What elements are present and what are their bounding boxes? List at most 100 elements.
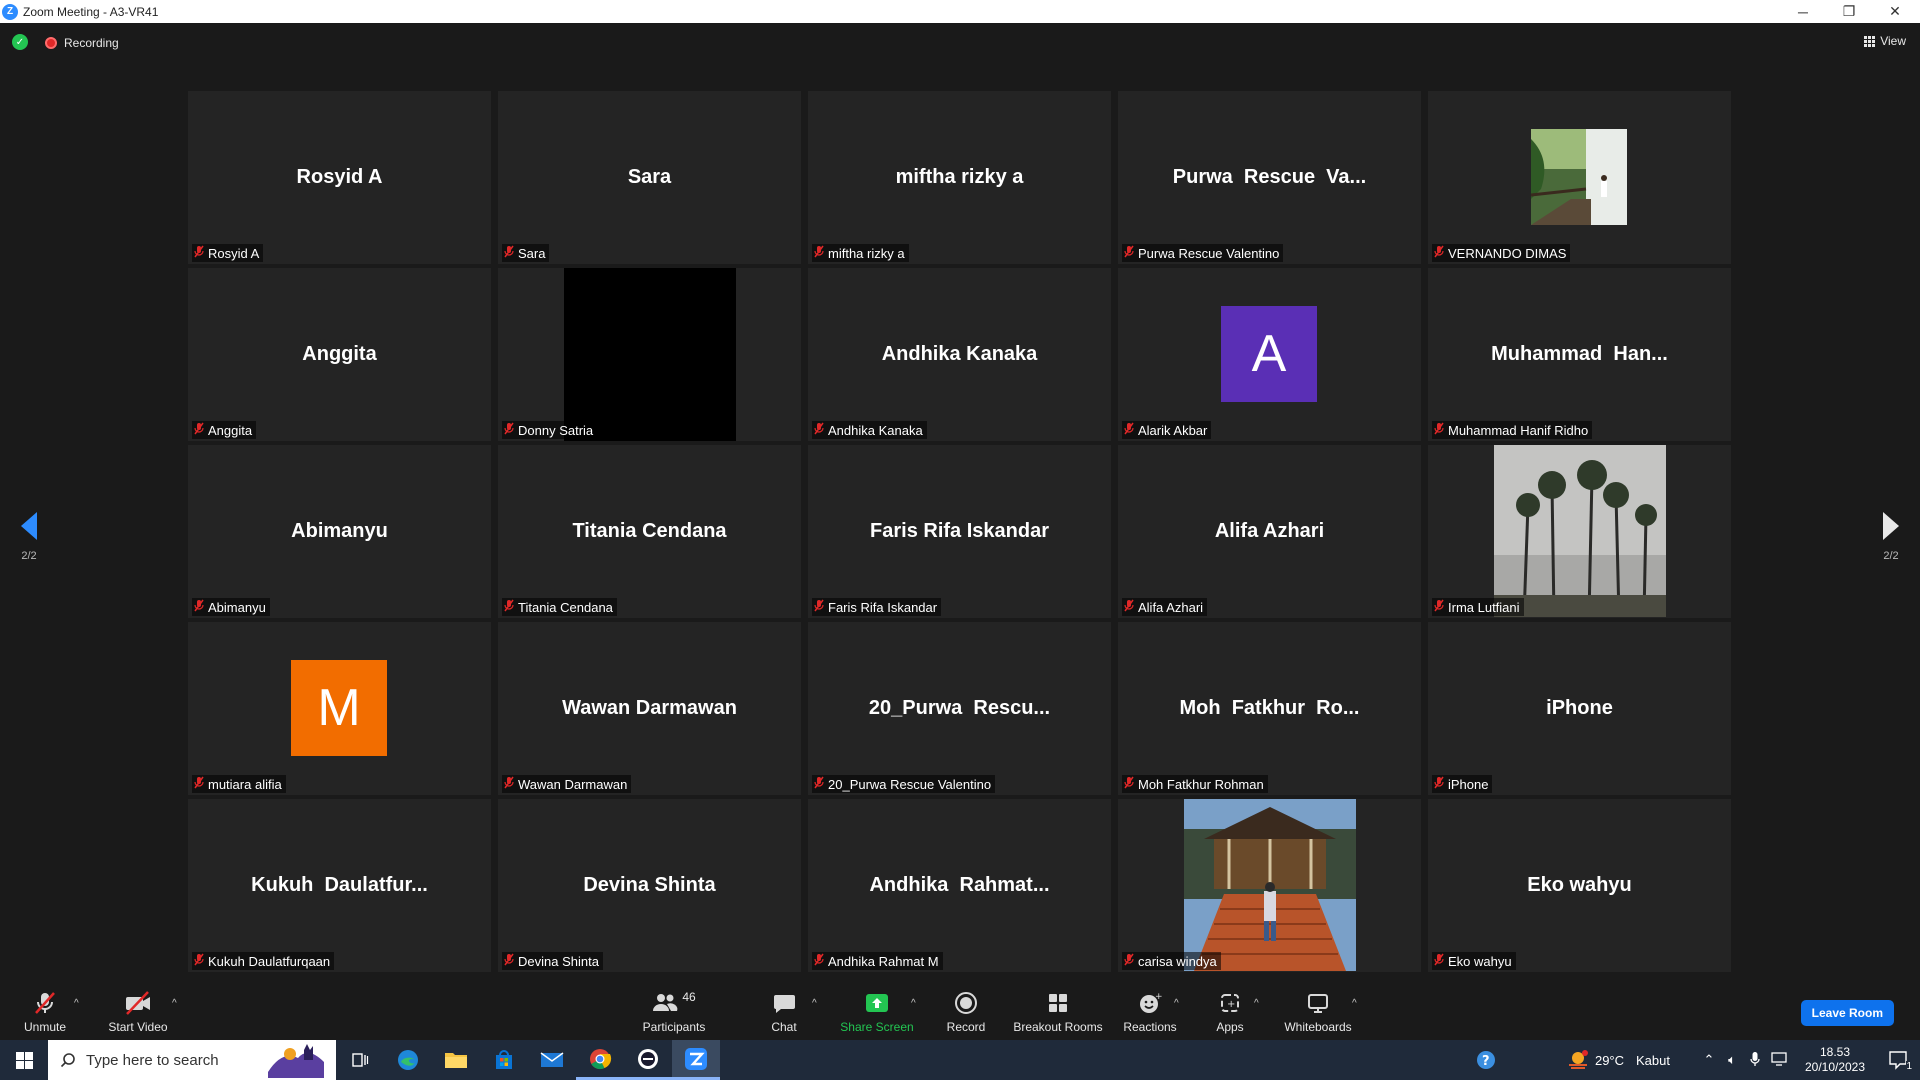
participant-tile[interactable]: Donny Satria [498,268,801,441]
close-button[interactable]: ✕ [1872,0,1918,23]
taskbar-app-button[interactable] [624,1040,672,1080]
show-hidden-icons-chevron-icon[interactable]: ⌃ [1698,1052,1720,1068]
restore-button[interactable]: ❐ [1826,0,1872,23]
participant-tile[interactable]: Sara Sara [498,91,801,264]
share-options-caret-icon[interactable]: ^ [911,998,916,1009]
view-button[interactable]: View [1864,34,1906,48]
reactions-options-caret-icon[interactable]: ^ [1174,998,1179,1009]
task-view-button[interactable] [336,1040,384,1080]
leave-room-button[interactable]: Leave Room [1800,1000,1894,1026]
participant-tile[interactable]: Titania Cendana Titania Cendana [498,445,801,618]
microphone-icon[interactable] [1744,1051,1766,1070]
participant-tile[interactable]: Irma Lutfiani [1428,445,1731,618]
whiteboards-button[interactable]: Whiteboards [1282,978,1354,1040]
participant-tile[interactable]: Rosyid A Rosyid A [188,91,491,264]
whiteboards-options-caret-icon[interactable]: ^ [1352,998,1357,1009]
participants-button[interactable]: 46 Participants [641,978,707,1040]
chat-options-caret-icon[interactable]: ^ [812,998,817,1009]
taskbar-store-button[interactable] [480,1040,528,1080]
participant-name: Eko wahyu [1448,953,1512,969]
participant-name-label: Kukuh Daulatfurqaan [192,952,335,970]
participant-display-name: 20_Purwa Rescu... [868,697,1051,719]
participant-tile[interactable]: Muhammad Han... Muhammad Hanif Ridho [1428,268,1731,441]
start-button[interactable] [0,1040,48,1080]
share-screen-button[interactable]: Share Screen [840,978,914,1040]
participant-tile[interactable]: Purwa Rescue Va... Purwa Rescue Valentino [1118,91,1421,264]
participant-tile[interactable]: Eko wahyu Eko wahyu [1428,799,1731,972]
participant-avatar: M [291,660,387,756]
participant-tile[interactable]: Abimanyu Abimanyu [188,445,491,618]
participant-tile[interactable]: A Alarik Akbar [1118,268,1421,441]
breakout-rooms-label: Breakout Rooms [1013,1020,1103,1034]
participant-tile[interactable]: Mmutiara alifia [188,622,491,795]
participant-name: Devina Shinta [518,953,599,969]
participant-display-name: Andhika Kanaka [881,343,1038,365]
help-tray-button[interactable]: ? [1459,1049,1513,1071]
participant-tile[interactable]: Wawan Darmawan Wawan Darmawan [498,622,801,795]
previous-page-nav[interactable]: 2/2 [14,512,44,562]
participant-name: 20_Purwa Rescue Valentino [828,776,992,792]
clock-date: 20/10/2023 [1804,1060,1866,1074]
record-button[interactable]: Record [946,978,986,1040]
participant-display-name: Faris Rifa Iskandar [870,520,1049,542]
video-options-caret-icon[interactable]: ^ [172,998,177,1009]
participant-tile[interactable]: Anggita Anggita [188,268,491,441]
network-icon[interactable] [1766,1051,1794,1069]
clock[interactable]: 18.53 20/10/2023 [1794,1045,1876,1075]
reactions-button[interactable]: + Reactions [1122,978,1178,1040]
grid-view-icon [1864,35,1876,47]
participant-name-label: Moh Fatkhur Rohman [1122,775,1268,793]
participant-tile[interactable]: miftha rizky a miftha rizky a [808,91,1111,264]
participant-name-label: Wawan Darmawan [502,775,632,793]
muted-mic-icon [814,422,824,438]
unmute-button[interactable]: Unmute [18,978,72,1040]
participant-display-name: Eko wahyu [1527,874,1632,896]
apps-button[interactable]: + Apps [1210,978,1250,1040]
participant-tile[interactable]: carisa windya [1118,799,1421,972]
participant-tile[interactable]: iPhone iPhone [1428,622,1731,795]
participant-name: Wawan Darmawan [518,776,628,792]
muted-mic-icon [1434,599,1444,615]
chat-button[interactable]: Chat [764,978,804,1040]
participant-display-name: Kukuh Daulatfur... [251,874,428,896]
notification-center-icon [1889,1051,1907,1070]
mail-icon [540,1052,564,1067]
apps-options-caret-icon[interactable]: ^ [1254,998,1259,1009]
participant-display-name: Titania Cendana [572,520,727,542]
participant-name-label: Donny Satria [502,421,598,439]
next-page-nav[interactable]: 2/2 [1876,512,1906,562]
video-grid: Rosyid A Rosyid A Sara Sara miftha rizky a mi… [188,91,1732,972]
participant-tile[interactable]: Alifa Azhari Alifa Azhari [1118,445,1421,618]
minimize-button[interactable]: ─ [1780,0,1826,23]
breakout-rooms-button[interactable]: Breakout Rooms [1013,978,1103,1040]
participant-tile[interactable]: Kukuh Daulatfur... Kukuh Daulatfurqaan [188,799,491,972]
participant-tile[interactable]: 20_Purwa Rescu... 20_Purwa Rescue Valenti… [808,622,1111,795]
taskbar-zoom-button[interactable] [672,1040,720,1080]
taskbar-file-explorer-button[interactable] [432,1040,480,1080]
arrow-left-icon[interactable] [21,512,37,540]
taskbar-chrome-button[interactable] [576,1040,624,1080]
participant-tile[interactable]: Moh Fatkhur Ro... Moh Fatkhur Rohman [1118,622,1421,795]
muted-mic-icon [504,245,514,261]
start-video-button[interactable]: Start Video [106,978,170,1040]
encryption-shield-icon[interactable]: ✓ [12,34,28,50]
participant-tile[interactable]: Devina Shinta Devina Shinta [498,799,801,972]
weather-widget[interactable]: 29°C Kabut [1567,1050,1670,1070]
participant-tile[interactable]: Faris Rifa Iskandar Faris Rifa Iskandar [808,445,1111,618]
participant-tile[interactable]: VERNANDO DIMAS [1428,91,1731,264]
taskbar-mail-button[interactable] [528,1040,576,1080]
participant-tile[interactable]: Andhika Rahmat... Andhika Rahmat M [808,799,1111,972]
svg-text:+: + [1155,992,1162,1002]
chrome-browser-icon [590,1048,612,1069]
speaker-icon[interactable]: 🔈︎ [1720,1052,1744,1068]
taskbar-search-box[interactable]: Type here to search [48,1040,336,1080]
participant-display-name: Anggita [302,343,377,365]
audio-options-caret-icon[interactable]: ^ [74,998,79,1009]
notifications-button[interactable]: 1 [1876,1050,1920,1072]
participant-name-label: Anggita [192,421,257,439]
taskbar-edge-button[interactable] [384,1040,432,1080]
participant-display-name: Rosyid A [296,166,383,188]
arrow-right-icon[interactable] [1883,512,1899,540]
participant-tile[interactable]: Andhika Kanaka Andhika Kanaka [808,268,1111,441]
video-off-icon [123,990,153,1016]
